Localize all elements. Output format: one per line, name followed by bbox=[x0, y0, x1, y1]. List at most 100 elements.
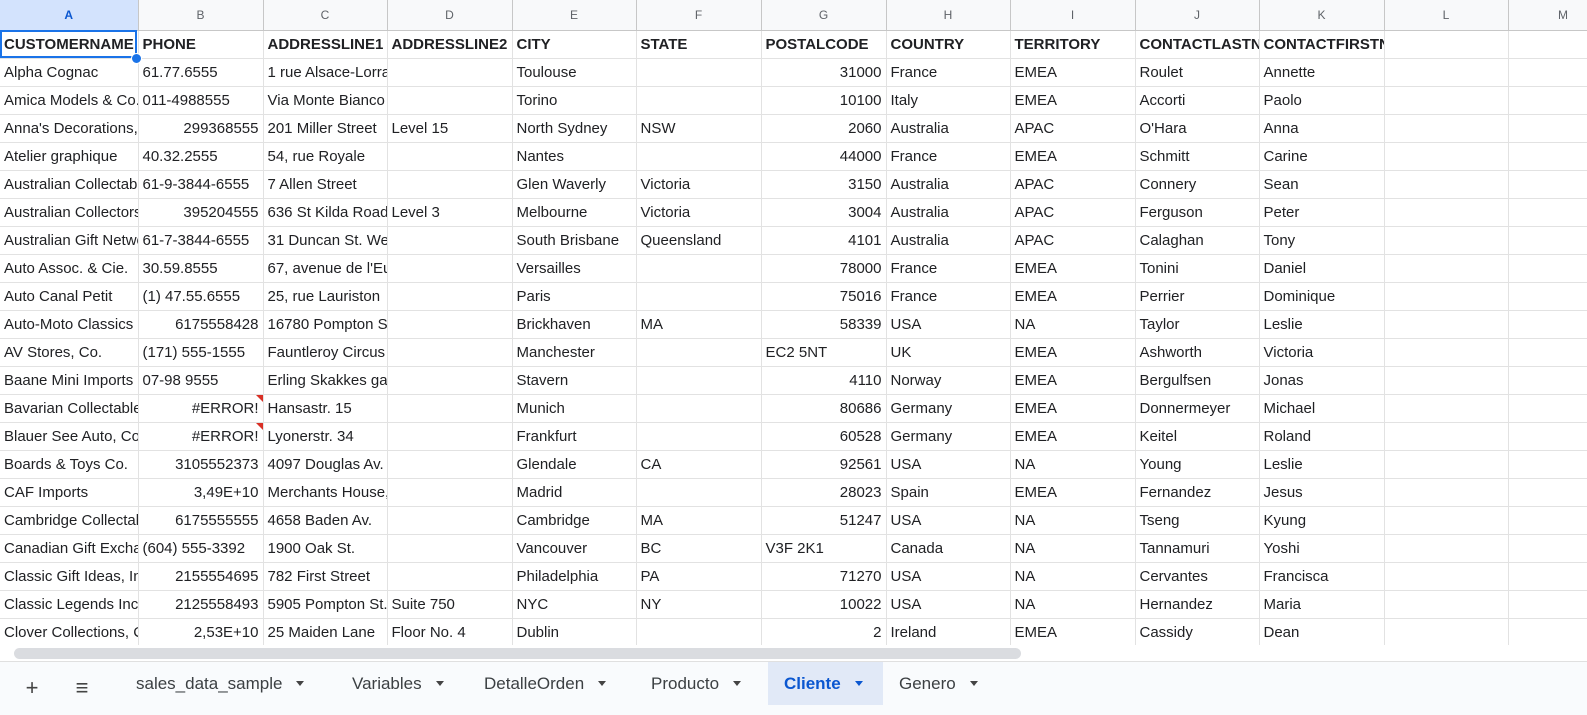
cell-b[interactable]: (1) 47.55.6555 bbox=[138, 282, 264, 311]
cell-a[interactable]: AV Stores, Co. bbox=[0, 338, 139, 367]
cell-a[interactable]: Baane Mini Imports bbox=[0, 366, 139, 395]
cell-l[interactable] bbox=[1384, 618, 1509, 647]
cell-g[interactable]: POSTALCODE bbox=[761, 30, 887, 59]
all-sheets-button[interactable]: ≡ bbox=[68, 674, 96, 702]
cell-d[interactable] bbox=[387, 562, 513, 591]
column-header-d[interactable]: D bbox=[387, 0, 513, 31]
cell-m[interactable] bbox=[1508, 142, 1587, 171]
cell-g[interactable]: 10022 bbox=[761, 590, 887, 619]
cell-j[interactable]: Taylor bbox=[1135, 310, 1260, 339]
cell-m[interactable] bbox=[1508, 562, 1587, 591]
cell-k[interactable]: Maria bbox=[1259, 590, 1385, 619]
cell-c[interactable]: Fauntleroy Circus bbox=[263, 338, 388, 367]
cell-a[interactable]: Auto-Moto Classics Inc. bbox=[0, 310, 139, 339]
cell-e[interactable]: Manchester bbox=[512, 338, 637, 367]
cell-c[interactable]: Lyonerstr. 34 bbox=[263, 422, 388, 451]
cell-h[interactable]: Australia bbox=[886, 198, 1011, 227]
cell-h[interactable]: UK bbox=[886, 338, 1011, 367]
cell-j[interactable]: Schmitt bbox=[1135, 142, 1260, 171]
cell-m[interactable] bbox=[1508, 86, 1587, 115]
cell-c[interactable]: 782 First Street bbox=[263, 562, 388, 591]
cell-g[interactable]: 75016 bbox=[761, 282, 887, 311]
cell-f[interactable]: PA bbox=[636, 562, 762, 591]
cell-h[interactable]: France bbox=[886, 254, 1011, 283]
cell-h[interactable]: COUNTRY bbox=[886, 30, 1011, 59]
cell-g[interactable]: 44000 bbox=[761, 142, 887, 171]
cell-k[interactable]: Leslie bbox=[1259, 310, 1385, 339]
cell-i[interactable]: EMEA bbox=[1010, 142, 1136, 171]
cell-b[interactable]: PHONE bbox=[138, 30, 264, 59]
cell-e[interactable]: South Brisbane bbox=[512, 226, 637, 255]
cell-g[interactable]: 28023 bbox=[761, 478, 887, 507]
cell-f[interactable] bbox=[636, 58, 762, 87]
column-header-b[interactable]: B bbox=[138, 0, 264, 31]
cell-a[interactable]: Australian Collectables, Ltd bbox=[0, 170, 139, 199]
cell-m[interactable] bbox=[1508, 58, 1587, 87]
cell-e[interactable]: Vancouver bbox=[512, 534, 637, 563]
cell-m[interactable] bbox=[1508, 618, 1587, 647]
cell-c[interactable]: Merchants House, 27-30 Merchant's Quay bbox=[263, 478, 388, 507]
cell-k[interactable]: Dean bbox=[1259, 618, 1385, 647]
cell-i[interactable]: APAC bbox=[1010, 226, 1136, 255]
cell-d[interactable]: Floor No. 4 bbox=[387, 618, 513, 647]
column-header-e[interactable]: E bbox=[512, 0, 637, 31]
cell-m[interactable] bbox=[1508, 282, 1587, 311]
cell-e[interactable]: Paris bbox=[512, 282, 637, 311]
cell-d[interactable] bbox=[387, 534, 513, 563]
cell-e[interactable]: Melbourne bbox=[512, 198, 637, 227]
cell-d[interactable] bbox=[387, 506, 513, 535]
cell-i[interactable]: NA bbox=[1010, 534, 1136, 563]
cell-f[interactable] bbox=[636, 142, 762, 171]
cell-f[interactable]: MA bbox=[636, 506, 762, 535]
cell-l[interactable] bbox=[1384, 422, 1509, 451]
cell-b[interactable]: 61-7-3844-6555 bbox=[138, 226, 264, 255]
column-header-h[interactable]: H bbox=[886, 0, 1011, 31]
cell-j[interactable]: Connery bbox=[1135, 170, 1260, 199]
cell-e[interactable]: NYC bbox=[512, 590, 637, 619]
cell-f[interactable]: Victoria bbox=[636, 170, 762, 199]
cell-h[interactable]: USA bbox=[886, 310, 1011, 339]
cell-f[interactable] bbox=[636, 254, 762, 283]
cell-j[interactable]: Accorti bbox=[1135, 86, 1260, 115]
cell-a[interactable]: Boards & Toys Co. bbox=[0, 450, 139, 479]
cell-g[interactable]: 4101 bbox=[761, 226, 887, 255]
cell-i[interactable]: NA bbox=[1010, 590, 1136, 619]
cell-e[interactable]: Brickhaven bbox=[512, 310, 637, 339]
cell-k[interactable]: Leslie bbox=[1259, 450, 1385, 479]
fill-handle[interactable] bbox=[131, 53, 142, 64]
cell-a[interactable]: Canadian Gift Exchange Network bbox=[0, 534, 139, 563]
cell-m[interactable] bbox=[1508, 534, 1587, 563]
cell-i[interactable]: NA bbox=[1010, 450, 1136, 479]
cell-l[interactable] bbox=[1384, 30, 1509, 59]
cell-d[interactable] bbox=[387, 450, 513, 479]
cell-e[interactable]: Munich bbox=[512, 394, 637, 423]
cell-g[interactable]: 71270 bbox=[761, 562, 887, 591]
cell-c[interactable]: 4097 Douglas Av. bbox=[263, 450, 388, 479]
cell-l[interactable] bbox=[1384, 534, 1509, 563]
cell-a[interactable]: Auto Canal Petit bbox=[0, 282, 139, 311]
cell-g[interactable]: 2 bbox=[761, 618, 887, 647]
cell-g[interactable]: 80686 bbox=[761, 394, 887, 423]
column-header-j[interactable]: J bbox=[1135, 0, 1260, 31]
cell-j[interactable]: Ashworth bbox=[1135, 338, 1260, 367]
column-header-c[interactable]: C bbox=[263, 0, 388, 31]
cell-b[interactable]: 2125558493 bbox=[138, 590, 264, 619]
cell-h[interactable]: Norway bbox=[886, 366, 1011, 395]
cell-h[interactable]: Australia bbox=[886, 114, 1011, 143]
cell-f[interactable]: Queensland bbox=[636, 226, 762, 255]
cell-k[interactable]: Roland bbox=[1259, 422, 1385, 451]
cell-k[interactable]: Tony bbox=[1259, 226, 1385, 255]
cell-f[interactable] bbox=[636, 366, 762, 395]
cell-a[interactable]: Classic Gift Ideas, Inc bbox=[0, 562, 139, 591]
cell-j[interactable]: CONTACTLASTNAME bbox=[1135, 30, 1260, 59]
cell-c[interactable]: 1 rue Alsace-Lorraine bbox=[263, 58, 388, 87]
cell-d[interactable]: Level 15 bbox=[387, 114, 513, 143]
cell-i[interactable]: EMEA bbox=[1010, 86, 1136, 115]
cell-g[interactable]: 51247 bbox=[761, 506, 887, 535]
cell-a[interactable]: Alpha Cognac bbox=[0, 58, 139, 87]
cell-c[interactable]: 54, rue Royale bbox=[263, 142, 388, 171]
cell-j[interactable]: Bergulfsen bbox=[1135, 366, 1260, 395]
cell-k[interactable]: Annette bbox=[1259, 58, 1385, 87]
cell-c[interactable]: 7 Allen Street bbox=[263, 170, 388, 199]
cell-c[interactable]: 4658 Baden Av. bbox=[263, 506, 388, 535]
